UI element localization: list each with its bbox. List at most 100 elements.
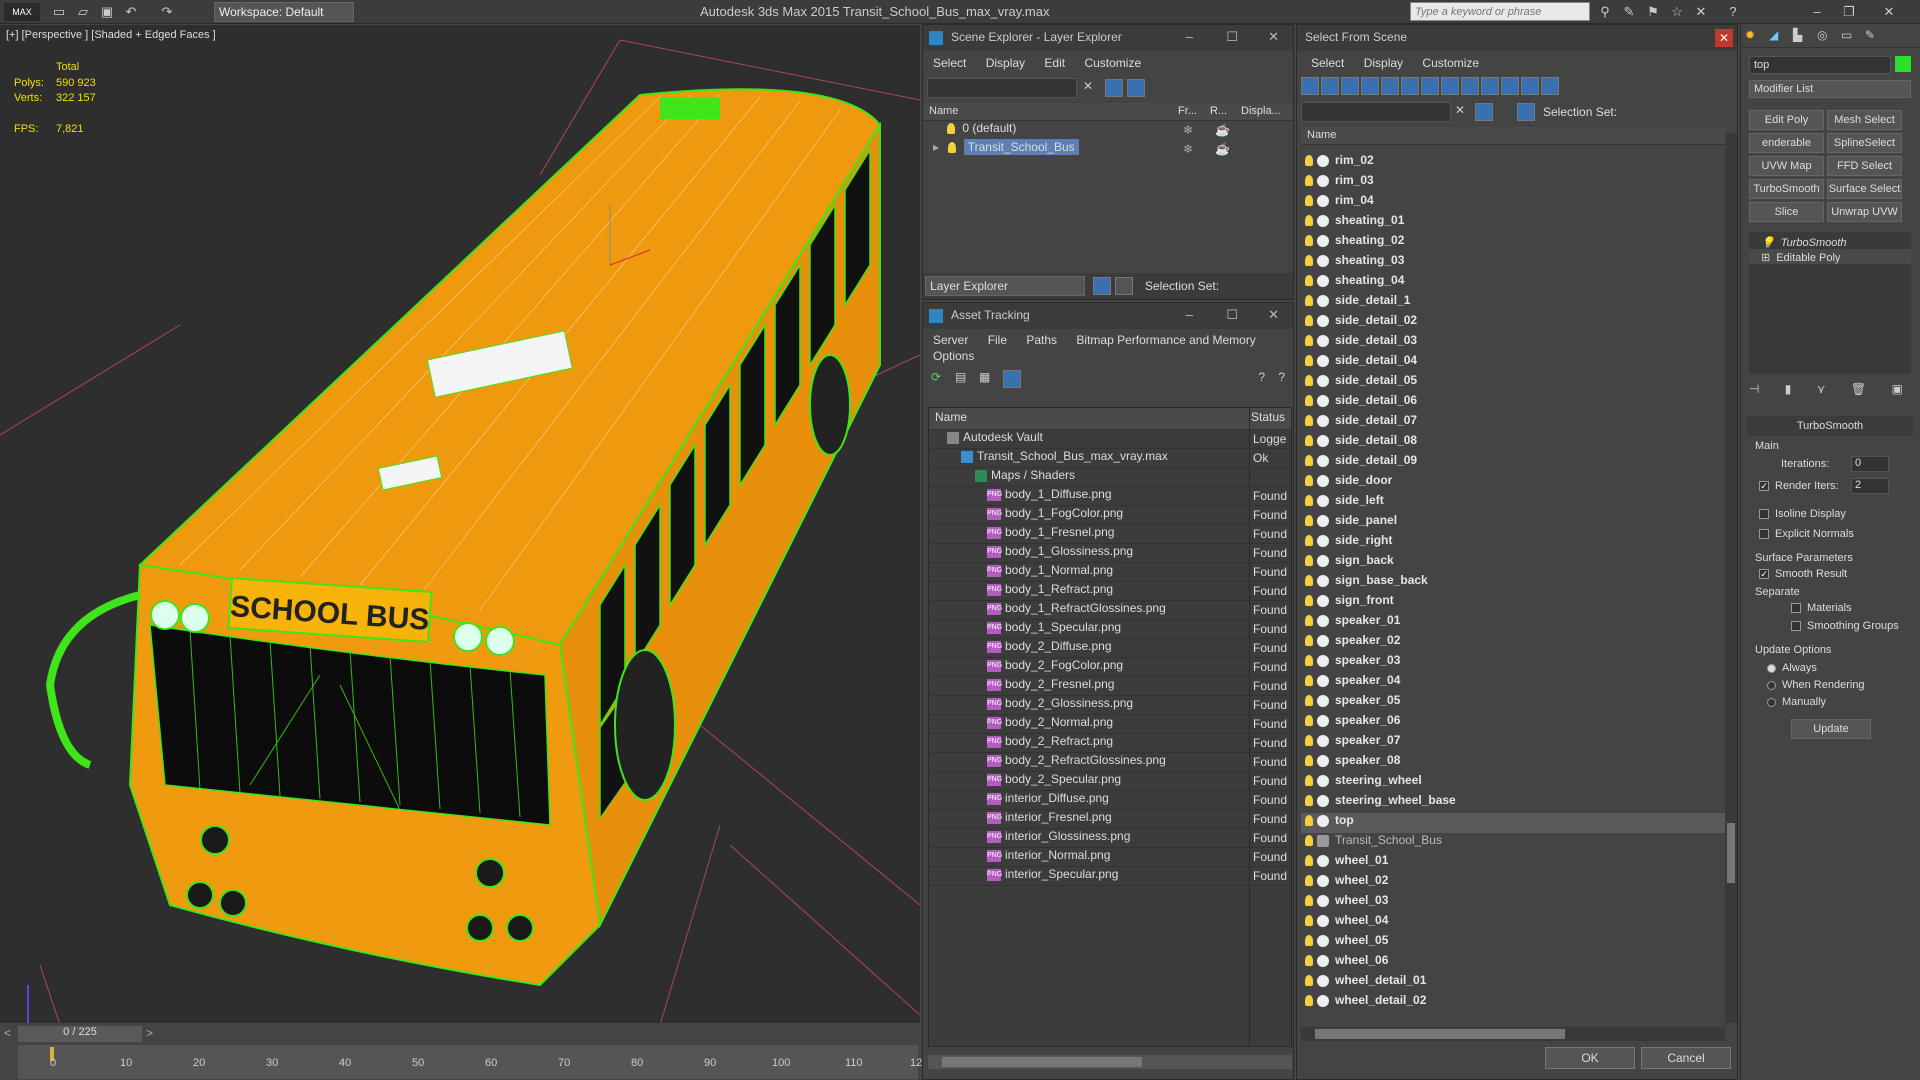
menu-customize[interactable]: Customize bbox=[1422, 56, 1479, 70]
asset-row[interactable]: PNG body_1_Refract.png Found bbox=[929, 582, 1291, 601]
lightbulb-icon[interactable] bbox=[1305, 515, 1313, 527]
maximize-icon[interactable]: ☐ bbox=[1226, 307, 1238, 323]
motion-tab-icon[interactable]: ◎ bbox=[1817, 28, 1827, 42]
smooth-result-checkbox[interactable]: ✓ bbox=[1759, 569, 1769, 580]
lightbulb-icon[interactable] bbox=[1305, 255, 1313, 267]
hierarchy-tab-icon[interactable]: ▙ bbox=[1793, 28, 1802, 42]
utilities-tab-icon[interactable]: ✎ bbox=[1865, 28, 1875, 42]
object-row[interactable]: speaker_05 bbox=[1301, 693, 1725, 713]
lightbulb-icon[interactable] bbox=[1305, 755, 1313, 767]
display-groups-icon[interactable] bbox=[1421, 77, 1439, 95]
remove-modifier-icon[interactable]: 🗑 bbox=[1851, 382, 1866, 396]
object-row[interactable]: speaker_07 bbox=[1301, 733, 1725, 753]
layer-mode-icon[interactable] bbox=[1093, 277, 1111, 295]
lightbulb-icon[interactable] bbox=[1305, 275, 1313, 287]
workspace-dropdown[interactable]: Workspace: Default bbox=[214, 2, 354, 22]
lightbulb-icon[interactable] bbox=[1305, 235, 1313, 247]
object-row[interactable]: wheel_04 bbox=[1301, 913, 1725, 933]
restore-icon[interactable]: ❐ bbox=[1840, 3, 1858, 21]
clear-icon[interactable]: ✕ bbox=[1083, 79, 1093, 93]
lightbulb-icon[interactable] bbox=[1305, 435, 1313, 447]
asset-row[interactable]: PNG interior_Glossiness.png Found bbox=[929, 829, 1291, 848]
lightbulb-icon[interactable] bbox=[1305, 635, 1313, 647]
object-row[interactable]: sign_back bbox=[1301, 553, 1725, 573]
x-icon[interactable]: ✕ bbox=[1692, 3, 1710, 21]
expand-icon[interactable]: ⊞ bbox=[1761, 252, 1770, 264]
object-row[interactable]: side_door bbox=[1301, 473, 1725, 493]
display-geometry-icon[interactable] bbox=[1301, 77, 1319, 95]
always-row[interactable]: Always bbox=[1767, 662, 1817, 674]
manually-radio[interactable] bbox=[1767, 697, 1776, 707]
smoothing-groups-row[interactable]: Smoothing Groups bbox=[1791, 620, 1899, 632]
display-bones-icon[interactable] bbox=[1461, 77, 1479, 95]
asset-row[interactable]: PNG interior_Specular.png Found bbox=[929, 867, 1291, 886]
show-end-result-icon[interactable]: ▮ bbox=[1785, 382, 1792, 396]
column-status[interactable]: Status bbox=[1251, 410, 1285, 424]
object-row[interactable]: rim_04 bbox=[1301, 193, 1725, 213]
asset-row[interactable]: PNG interior_Normal.png Found bbox=[929, 848, 1291, 867]
object-row[interactable]: steering_wheel_base bbox=[1301, 793, 1725, 813]
lightbulb-icon[interactable] bbox=[1305, 375, 1313, 387]
layer-row[interactable]: 0 (default) ❄ ☕ bbox=[923, 121, 1293, 140]
object-row[interactable]: wheel_03 bbox=[1301, 893, 1725, 913]
pin-stack-icon[interactable]: ⊣ bbox=[1749, 382, 1759, 396]
object-row[interactable]: side_detail_06 bbox=[1301, 393, 1725, 413]
object-row[interactable]: wheel_01 bbox=[1301, 853, 1725, 873]
explicit-normals-checkbox[interactable] bbox=[1759, 529, 1769, 540]
perspective-viewport[interactable]: [+] [Perspective ] [Shaded + Edged Faces… bbox=[0, 25, 920, 1035]
uvw-map-button[interactable]: UVW Map bbox=[1749, 156, 1824, 176]
slice-button[interactable]: Slice bbox=[1749, 202, 1824, 222]
lightbulb-icon[interactable] bbox=[1305, 295, 1313, 307]
menu-options[interactable]: Options bbox=[933, 349, 974, 363]
render-iters-spinner[interactable]: 2 bbox=[1851, 478, 1889, 494]
display-helpers-icon[interactable] bbox=[1381, 77, 1399, 95]
menu-display[interactable]: Display bbox=[1364, 56, 1403, 70]
lightbulb-icon[interactable] bbox=[1305, 915, 1313, 927]
prev-frame-icon[interactable]: < bbox=[4, 1026, 11, 1040]
object-row[interactable]: side_detail_03 bbox=[1301, 333, 1725, 353]
isoline-checkbox[interactable] bbox=[1759, 509, 1769, 520]
asset-row[interactable]: PNG body_1_Specular.png Found bbox=[929, 620, 1291, 639]
object-row[interactable]: side_detail_02 bbox=[1301, 313, 1725, 333]
object-name-field[interactable]: top bbox=[1749, 56, 1891, 74]
iterations-spinner[interactable]: 0 bbox=[1851, 456, 1889, 472]
favorites-icon[interactable]: ☆ bbox=[1668, 3, 1686, 21]
column-name[interactable]: Name bbox=[1301, 127, 1725, 145]
grid-view-icon[interactable] bbox=[1003, 370, 1021, 388]
object-row[interactable]: wheel_06 bbox=[1301, 953, 1725, 973]
asset-row[interactable]: PNG body_2_RefractGlossines.png Found bbox=[929, 753, 1291, 772]
close-icon[interactable]: ✕ bbox=[1268, 307, 1279, 323]
asset-row[interactable]: Autodesk Vault Logge bbox=[929, 430, 1291, 449]
render-icon[interactable]: ☕ bbox=[1215, 142, 1230, 156]
when-rendering-radio[interactable] bbox=[1767, 680, 1776, 690]
display-shapes-icon[interactable] bbox=[1321, 77, 1339, 95]
display-cameras-icon[interactable] bbox=[1361, 77, 1379, 95]
asset-row[interactable]: PNG body_2_Glossiness.png Found bbox=[929, 696, 1291, 715]
freeze-icon[interactable]: ❄ bbox=[1183, 142, 1193, 156]
column-freeze[interactable]: Fr... bbox=[1178, 105, 1197, 117]
close-icon[interactable]: ✕ bbox=[1880, 3, 1898, 21]
edit-poly-button[interactable]: Edit Poly bbox=[1749, 110, 1824, 130]
selection-set-icon[interactable] bbox=[1517, 103, 1535, 121]
lightbulb-icon[interactable] bbox=[1305, 975, 1313, 987]
turbosmooth-rollout-title[interactable]: TurboSmooth bbox=[1747, 416, 1913, 436]
object-row[interactable]: sign_front bbox=[1301, 593, 1725, 613]
table-icon[interactable]: ▦ bbox=[979, 370, 990, 384]
lightbulb-icon[interactable] bbox=[1305, 215, 1313, 227]
object-row[interactable]: side_detail_05 bbox=[1301, 373, 1725, 393]
help-icon[interactable]: ? bbox=[1724, 3, 1742, 21]
display-frozen-icon[interactable] bbox=[1501, 77, 1519, 95]
stack-item-editable-poly[interactable]: ⊞ Editable Poly bbox=[1749, 249, 1911, 264]
object-row[interactable]: wheel_05 bbox=[1301, 933, 1725, 953]
lightbulb-icon[interactable] bbox=[1305, 355, 1313, 367]
close-icon[interactable]: ✕ bbox=[1268, 29, 1279, 45]
select-from-scene-titlebar[interactable]: Select From Scene ✕ bbox=[1297, 25, 1737, 51]
communication-icon[interactable]: ⚑ bbox=[1644, 3, 1662, 21]
refresh-icon[interactable]: ⟳ bbox=[931, 370, 941, 384]
help-icon[interactable]: ? bbox=[1258, 370, 1265, 384]
list-icon[interactable]: ▤ bbox=[955, 370, 966, 384]
object-row[interactable]: side_left bbox=[1301, 493, 1725, 513]
lightbulb-icon[interactable] bbox=[1305, 535, 1313, 547]
object-row[interactable]: top bbox=[1301, 813, 1725, 833]
lightbulb-icon[interactable] bbox=[1305, 175, 1313, 187]
